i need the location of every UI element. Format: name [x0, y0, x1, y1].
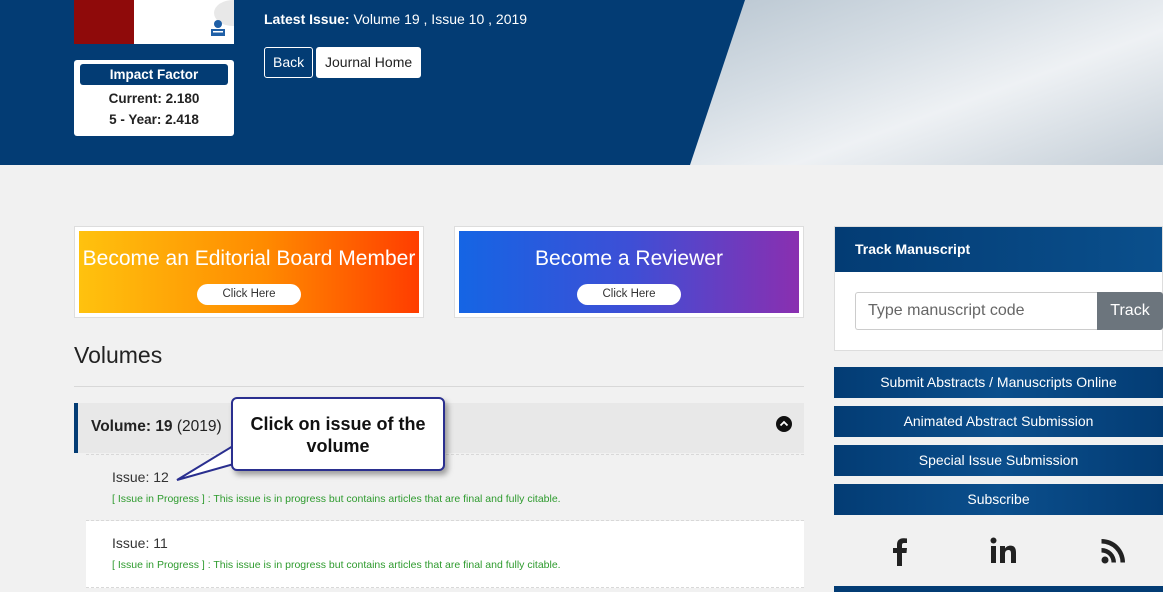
impact-factor-box: Impact Factor Current: 2.180 5 - Year: 2… — [74, 60, 234, 136]
chevron-up-icon[interactable] — [776, 416, 792, 432]
publisher-logo-icon — [211, 20, 225, 36]
volume-label: Volume: — [91, 418, 151, 435]
editorial-banner-title: Become an Editorial Board Member — [82, 247, 416, 270]
track-manuscript-card: Track Manuscript Track — [834, 226, 1163, 351]
issue-link[interactable]: Issue: 11 — [112, 535, 168, 551]
volumes-heading: Volumes — [74, 342, 163, 368]
back-button[interactable]: Back — [264, 47, 314, 78]
issue-status-note: [ Issue in Progress ] : This issue is in… — [112, 559, 561, 571]
instruction-callout: Click on issue of the volume — [231, 397, 445, 471]
issue-row[interactable]: Issue: 11 [ Issue in Progress ] : This i… — [86, 521, 804, 588]
journal-cover-thumbnail[interactable] — [74, 0, 234, 44]
editorial-banner-fill: Become an Editorial Board Member Click H… — [79, 231, 419, 313]
journal-home-button[interactable]: Journal Home — [316, 47, 422, 78]
reviewer-banner-fill: Become a Reviewer Click Here — [459, 231, 799, 313]
cover-red-block — [74, 0, 134, 44]
header-sky-image — [690, 0, 1163, 165]
subscribe-button[interactable]: Subscribe — [834, 484, 1163, 515]
impact-five-year: 5 - Year: 2.418 — [109, 112, 199, 127]
submit-manuscripts-button[interactable]: Submit Abstracts / Manuscripts Online — [834, 367, 1163, 398]
track-button[interactable]: Track — [1097, 292, 1163, 330]
latest-issue: Latest Issue: Volume 19 , Issue 10 , 201… — [264, 11, 527, 27]
journal-header: Impact Factor Current: 2.180 5 - Year: 2… — [0, 0, 1163, 165]
sidebar-next-card — [834, 586, 1163, 592]
reviewer-click-here-button[interactable]: Click Here — [577, 284, 681, 305]
volumes-divider — [74, 386, 804, 387]
facebook-icon[interactable] — [884, 534, 916, 568]
special-issue-button[interactable]: Special Issue Submission — [834, 445, 1163, 476]
manuscript-code-input[interactable] — [855, 292, 1098, 330]
latest-issue-label: Latest Issue: — [264, 11, 350, 27]
callout-line-2: volume — [306, 436, 370, 456]
volume-year: (2019) — [176, 418, 222, 435]
reviewer-banner[interactable]: Become a Reviewer Click Here — [454, 226, 804, 318]
issue-status-note: [ Issue in Progress ] : This issue is in… — [112, 493, 561, 505]
volume-title: Volume: 19 (2019) — [91, 418, 222, 436]
impact-current: Current: 2.180 — [108, 91, 200, 106]
issue-link[interactable]: Issue: 12 — [112, 469, 169, 485]
reviewer-banner-title: Become a Reviewer — [535, 247, 723, 270]
latest-issue-link[interactable]: Volume 19 , Issue 10 , 2019 — [353, 11, 527, 27]
animated-abstract-button[interactable]: Animated Abstract Submission — [834, 406, 1163, 437]
editorial-board-banner[interactable]: Become an Editorial Board Member Click H… — [74, 226, 424, 318]
editorial-click-here-button[interactable]: Click Here — [197, 284, 301, 305]
callout-line-1: Click on issue of the — [250, 414, 426, 434]
rss-icon[interactable] — [1098, 534, 1130, 568]
track-manuscript-title: Track Manuscript — [835, 227, 1162, 272]
linkedin-icon[interactable] — [988, 534, 1020, 568]
impact-factor-title: Impact Factor — [80, 64, 228, 85]
volume-number: 19 — [155, 418, 173, 435]
